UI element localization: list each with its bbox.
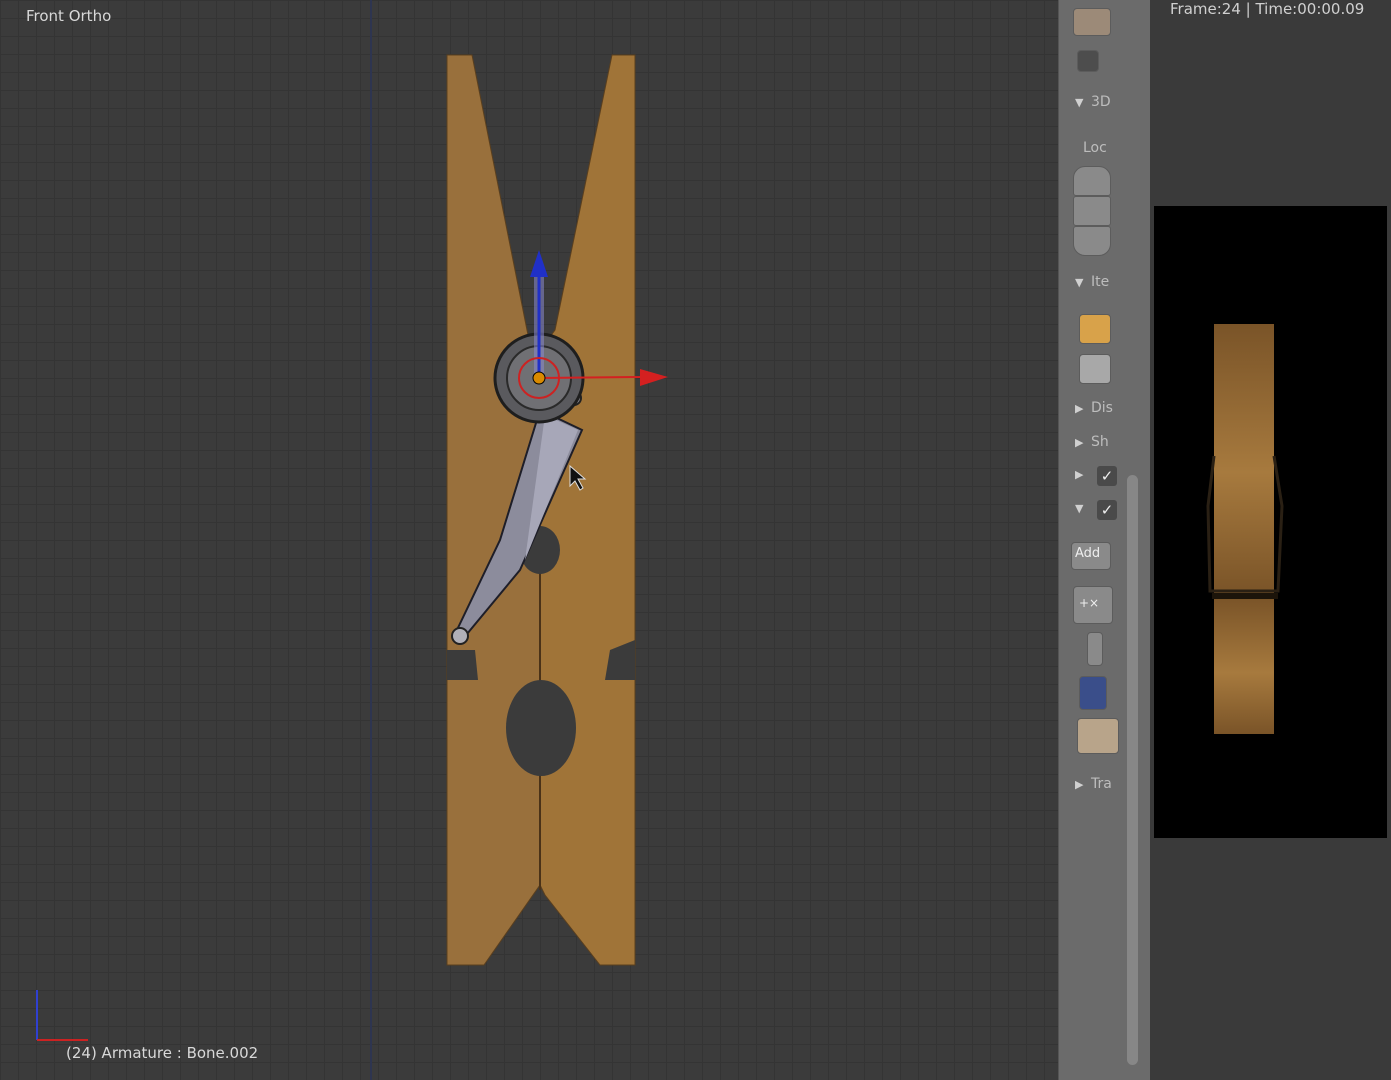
- preview-clothespin-top: [1214, 324, 1274, 594]
- gizmo-x-arrowhead[interactable]: [640, 369, 668, 386]
- clothespin-right-half[interactable]: [539, 54, 636, 966]
- preview-canvas: [1206, 324, 1284, 734]
- camera-preview-pane: Frame:24 | Time:00:00.09: [1150, 0, 1391, 1080]
- panel-ite-label[interactable]: Ite: [1091, 274, 1109, 290]
- object-data-icon[interactable]: [1079, 314, 1111, 344]
- panel-sh-label[interactable]: Sh: [1091, 434, 1109, 450]
- panel-tra-label[interactable]: Tra: [1091, 776, 1112, 792]
- loc-z-field[interactable]: [1073, 226, 1111, 256]
- panel-3d-label[interactable]: 3D: [1091, 94, 1111, 110]
- active-bone-status: (24) Armature : Bone.002: [66, 1044, 259, 1062]
- panel-dis-triangle[interactable]: ▶: [1075, 402, 1083, 415]
- preview-clothespin-bottom: [1214, 598, 1274, 734]
- panel-tra-triangle[interactable]: ▶: [1075, 778, 1083, 791]
- spring-hole: [506, 680, 576, 776]
- add-button-label: Add: [1075, 546, 1101, 561]
- frame-time-info: Frame:24 | Time:00:00.09: [1170, 0, 1365, 18]
- camera-icon[interactable]: [1073, 8, 1111, 36]
- render-icon[interactable]: [1077, 50, 1099, 72]
- panel-ite-triangle[interactable]: ▼: [1075, 276, 1083, 289]
- render-preview: [1154, 206, 1387, 838]
- sidebar-scrollbar[interactable]: [1127, 475, 1138, 1065]
- panel-3d-triangle[interactable]: ▼: [1075, 96, 1083, 109]
- bone-tail-joint[interactable]: [451, 627, 469, 645]
- x-toggle-label: +×: [1079, 596, 1100, 610]
- left-notch: [447, 650, 478, 680]
- lock-icon[interactable]: [1079, 676, 1107, 710]
- folder-icon[interactable]: [1077, 718, 1119, 754]
- view-name-label: Front Ortho: [26, 7, 112, 25]
- loc-label: Loc: [1083, 140, 1107, 156]
- panel-a-triangle[interactable]: ▶: [1075, 468, 1083, 481]
- loc-y-field[interactable]: [1073, 196, 1111, 226]
- scene-canvas[interactable]: [0, 0, 1058, 1080]
- panel-dis-label[interactable]: Dis: [1091, 400, 1113, 416]
- checkbox-icon[interactable]: ✓: [1097, 500, 1117, 520]
- 3d-viewport[interactable]: Front Ortho (24) Armature : Bone.002: [0, 0, 1058, 1080]
- pencil-icon[interactable]: [1079, 354, 1111, 384]
- checkbox-icon[interactable]: ✓: [1097, 466, 1117, 486]
- loc-x-field[interactable]: [1073, 166, 1111, 196]
- gizmo-x-axis[interactable]: [538, 376, 643, 379]
- panel-b-triangle[interactable]: ▼: [1075, 502, 1083, 515]
- grip-icon[interactable]: [1087, 632, 1103, 666]
- panel-sh-triangle[interactable]: ▶: [1075, 436, 1083, 449]
- gizmo-z-arrowhead[interactable]: [530, 250, 548, 277]
- pivot-dot: [532, 371, 546, 385]
